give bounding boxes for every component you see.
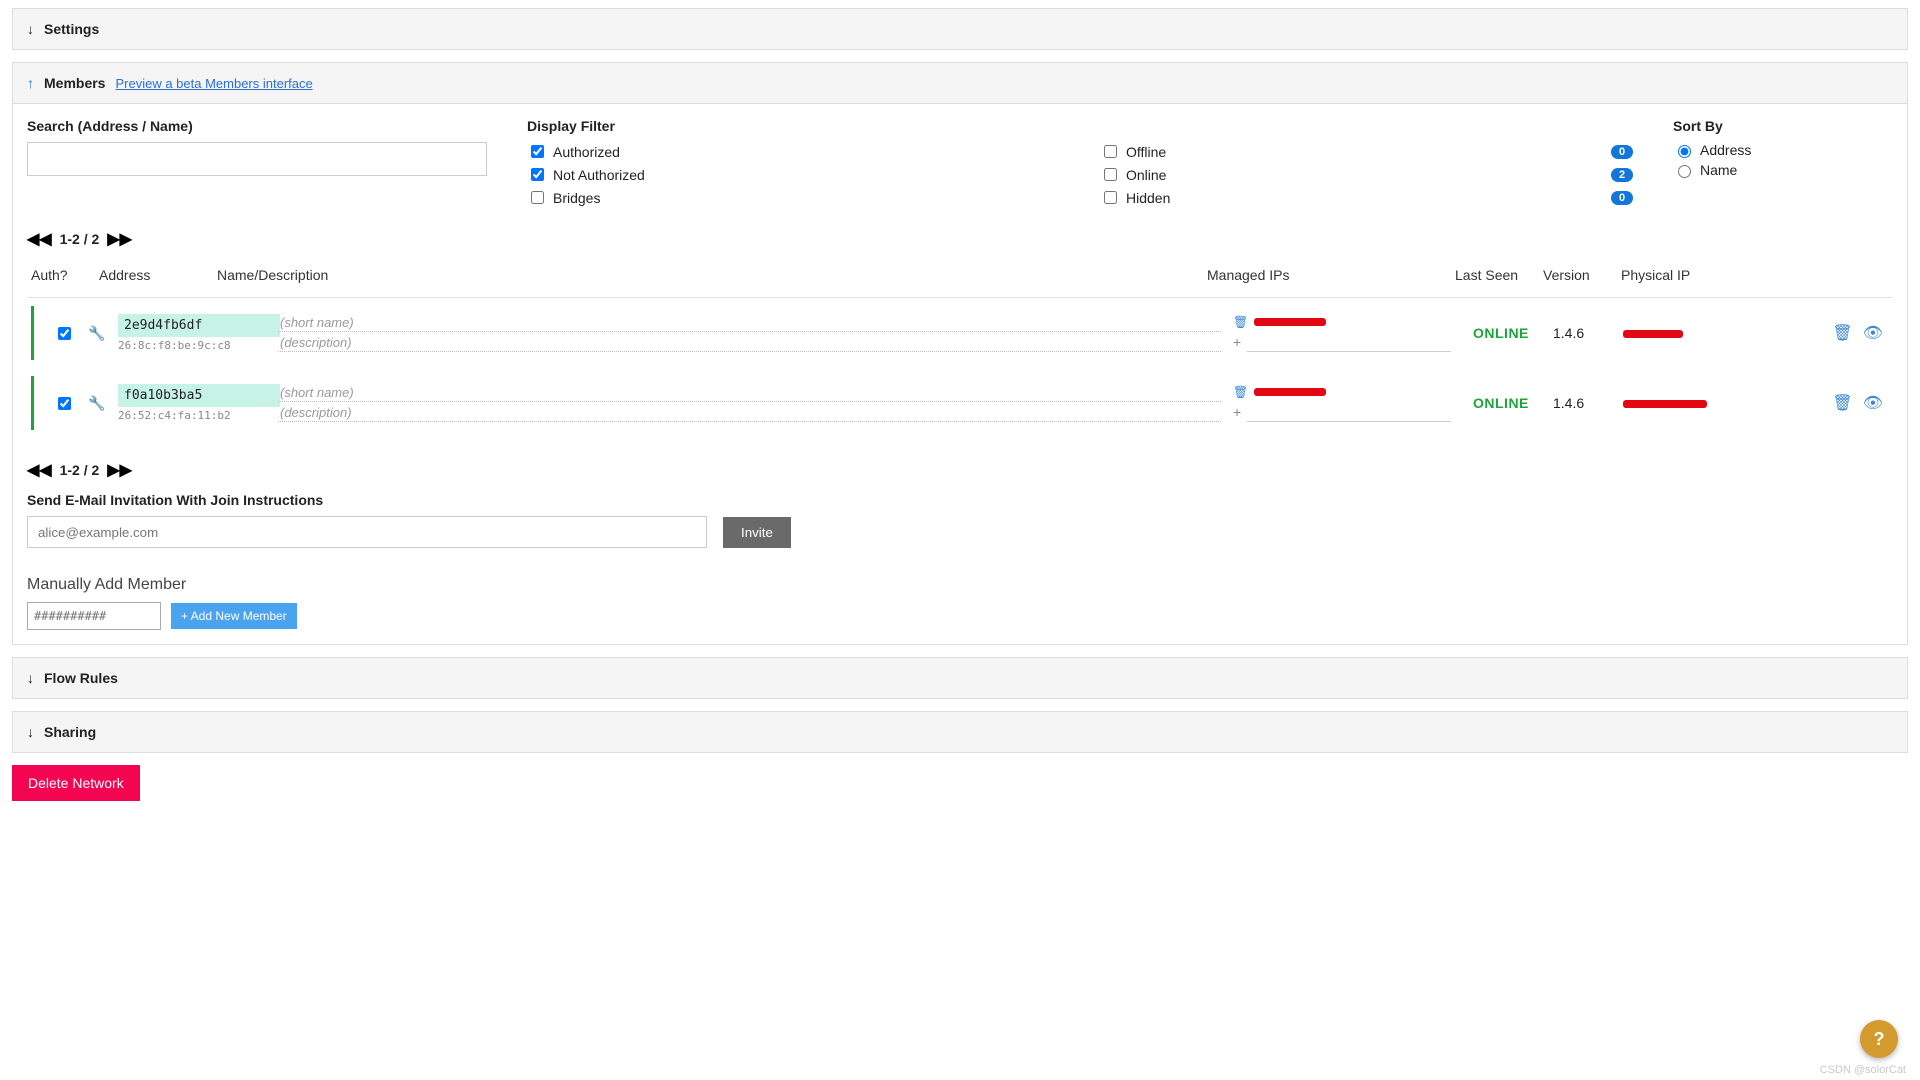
- filter-online[interactable]: Online: [1100, 165, 1166, 184]
- table-row: 🔧 2e9d4fb6df 26:8c:f8:be:9c:c8: [27, 298, 1893, 369]
- members-table: Auth? Address Name/Description Managed I…: [27, 259, 1893, 438]
- hidden-count-badge: 0: [1611, 191, 1633, 205]
- add-ip-icon[interactable]: +: [1233, 404, 1241, 420]
- managed-ip-redacted: [1254, 318, 1326, 326]
- auth-checkbox[interactable]: [58, 327, 71, 340]
- add-ip-input[interactable]: [1247, 403, 1451, 422]
- delete-member-icon[interactable]: 🗑: [1832, 323, 1852, 343]
- member-address[interactable]: 2e9d4fb6df: [118, 314, 280, 337]
- col-physical: Physical IP: [1617, 259, 1825, 298]
- physical-ip-redacted: [1623, 400, 1707, 408]
- page-last-icon[interactable]: ▶▶: [107, 229, 132, 249]
- col-name: Name/Description: [213, 259, 1203, 298]
- display-filter-label: Display Filter: [527, 118, 1633, 134]
- member-address[interactable]: f0a10b3ba5: [118, 384, 280, 407]
- online-count-badge: 2: [1611, 168, 1633, 182]
- member-subaddress: 26:52:c4:fa:11:b2: [118, 409, 278, 422]
- invite-email-input[interactable]: [27, 516, 707, 548]
- filter-offline-checkbox[interactable]: [1104, 145, 1117, 158]
- filter-not-authorized[interactable]: Not Authorized: [527, 165, 1060, 184]
- settings-title: Settings: [44, 21, 99, 37]
- filter-bridges-checkbox[interactable]: [531, 191, 544, 204]
- help-icon: ?: [1874, 1029, 1885, 1050]
- delete-ip-icon[interactable]: 🗑: [1233, 385, 1248, 399]
- delete-member-icon[interactable]: 🗑: [1832, 393, 1852, 413]
- page-first-icon[interactable]: ◀◀: [27, 460, 52, 480]
- flow-rules-panel-header[interactable]: ↓ Flow Rules: [12, 657, 1908, 699]
- wrench-icon[interactable]: 🔧: [88, 395, 105, 411]
- table-row: 🔧 f0a10b3ba5 26:52:c4:fa:11:b2: [27, 368, 1893, 438]
- beta-members-link[interactable]: Preview a beta Members interface: [115, 76, 312, 91]
- sort-name[interactable]: Name: [1673, 162, 1893, 178]
- filter-hidden-checkbox[interactable]: [1104, 191, 1117, 204]
- arrow-down-icon: ↓: [27, 21, 34, 37]
- version-text: 1.4.6: [1553, 325, 1584, 341]
- col-version: Version: [1539, 259, 1617, 298]
- paginator-bottom: ◀◀ 1-2 / 2 ▶▶: [27, 460, 1893, 480]
- add-new-member-button[interactable]: + Add New Member: [171, 603, 297, 629]
- settings-panel-header[interactable]: ↓ Settings: [12, 8, 1908, 50]
- arrow-down-icon: ↓: [27, 724, 34, 740]
- manual-member-input[interactable]: [27, 602, 161, 630]
- sort-address-radio[interactable]: [1678, 145, 1691, 158]
- version-text: 1.4.6: [1553, 395, 1584, 411]
- sharing-panel-header[interactable]: ↓ Sharing: [12, 711, 1908, 753]
- add-ip-input[interactable]: [1247, 333, 1451, 352]
- physical-ip-redacted: [1623, 330, 1683, 338]
- arrow-down-icon: ↓: [27, 670, 34, 686]
- flow-rules-title: Flow Rules: [44, 670, 118, 686]
- filter-authorized-checkbox[interactable]: [531, 145, 544, 158]
- arrow-up-icon: ↑: [27, 75, 34, 91]
- auth-checkbox[interactable]: [58, 397, 71, 410]
- short-name-input[interactable]: [278, 314, 1221, 332]
- col-address: Address: [95, 259, 213, 298]
- filter-online-checkbox[interactable]: [1104, 168, 1117, 181]
- last-seen-status: ONLINE: [1473, 395, 1529, 411]
- sort-address[interactable]: Address: [1673, 142, 1893, 158]
- col-lastseen: Last Seen: [1451, 259, 1539, 298]
- search-input[interactable]: [27, 142, 487, 176]
- members-panel: ↑ Members Preview a beta Members interfa…: [12, 62, 1908, 645]
- wrench-icon[interactable]: 🔧: [88, 325, 105, 341]
- sort-name-radio[interactable]: [1678, 165, 1691, 178]
- hide-member-icon[interactable]: 👁: [1863, 323, 1883, 343]
- help-fab[interactable]: ?: [1860, 1020, 1898, 1058]
- search-label: Search (Address / Name): [27, 118, 487, 134]
- sharing-title: Sharing: [44, 724, 96, 740]
- member-subaddress: 26:8c:f8:be:9c:c8: [118, 339, 278, 352]
- members-title: Members: [44, 75, 105, 91]
- filter-bridges[interactable]: Bridges: [527, 188, 1060, 207]
- col-managed: Managed IPs: [1203, 259, 1451, 298]
- sort-by-label: Sort By: [1673, 118, 1893, 134]
- col-auth: Auth?: [27, 259, 95, 298]
- last-seen-status: ONLINE: [1473, 325, 1529, 341]
- page-first-icon[interactable]: ◀◀: [27, 229, 52, 249]
- filter-offline[interactable]: Offline: [1100, 142, 1166, 161]
- filter-authorized[interactable]: Authorized: [527, 142, 1060, 161]
- members-panel-header[interactable]: ↑ Members Preview a beta Members interfa…: [13, 63, 1907, 104]
- watermark: CSDN @solorCat: [1820, 1064, 1906, 1076]
- page-last-icon[interactable]: ▶▶: [107, 460, 132, 480]
- delete-ip-icon[interactable]: 🗑: [1233, 315, 1248, 329]
- delete-network-button[interactable]: Delete Network: [12, 765, 140, 801]
- filter-not-authorized-checkbox[interactable]: [531, 168, 544, 181]
- add-ip-icon[interactable]: +: [1233, 334, 1241, 350]
- invite-label: Send E-Mail Invitation With Join Instruc…: [27, 492, 1893, 508]
- invite-button[interactable]: Invite: [723, 517, 791, 548]
- filter-hidden[interactable]: Hidden: [1100, 188, 1170, 207]
- description-input[interactable]: [278, 404, 1221, 422]
- page-range: 1-2 / 2: [60, 462, 100, 478]
- managed-ip-redacted: [1254, 388, 1326, 396]
- manual-add-label: Manually Add Member: [27, 576, 1893, 594]
- paginator-top: ◀◀ 1-2 / 2 ▶▶: [27, 229, 1893, 249]
- description-input[interactable]: [278, 334, 1221, 352]
- hide-member-icon[interactable]: 👁: [1863, 393, 1883, 413]
- offline-count-badge: 0: [1611, 145, 1633, 159]
- short-name-input[interactable]: [278, 384, 1221, 402]
- page-range: 1-2 / 2: [60, 231, 100, 247]
